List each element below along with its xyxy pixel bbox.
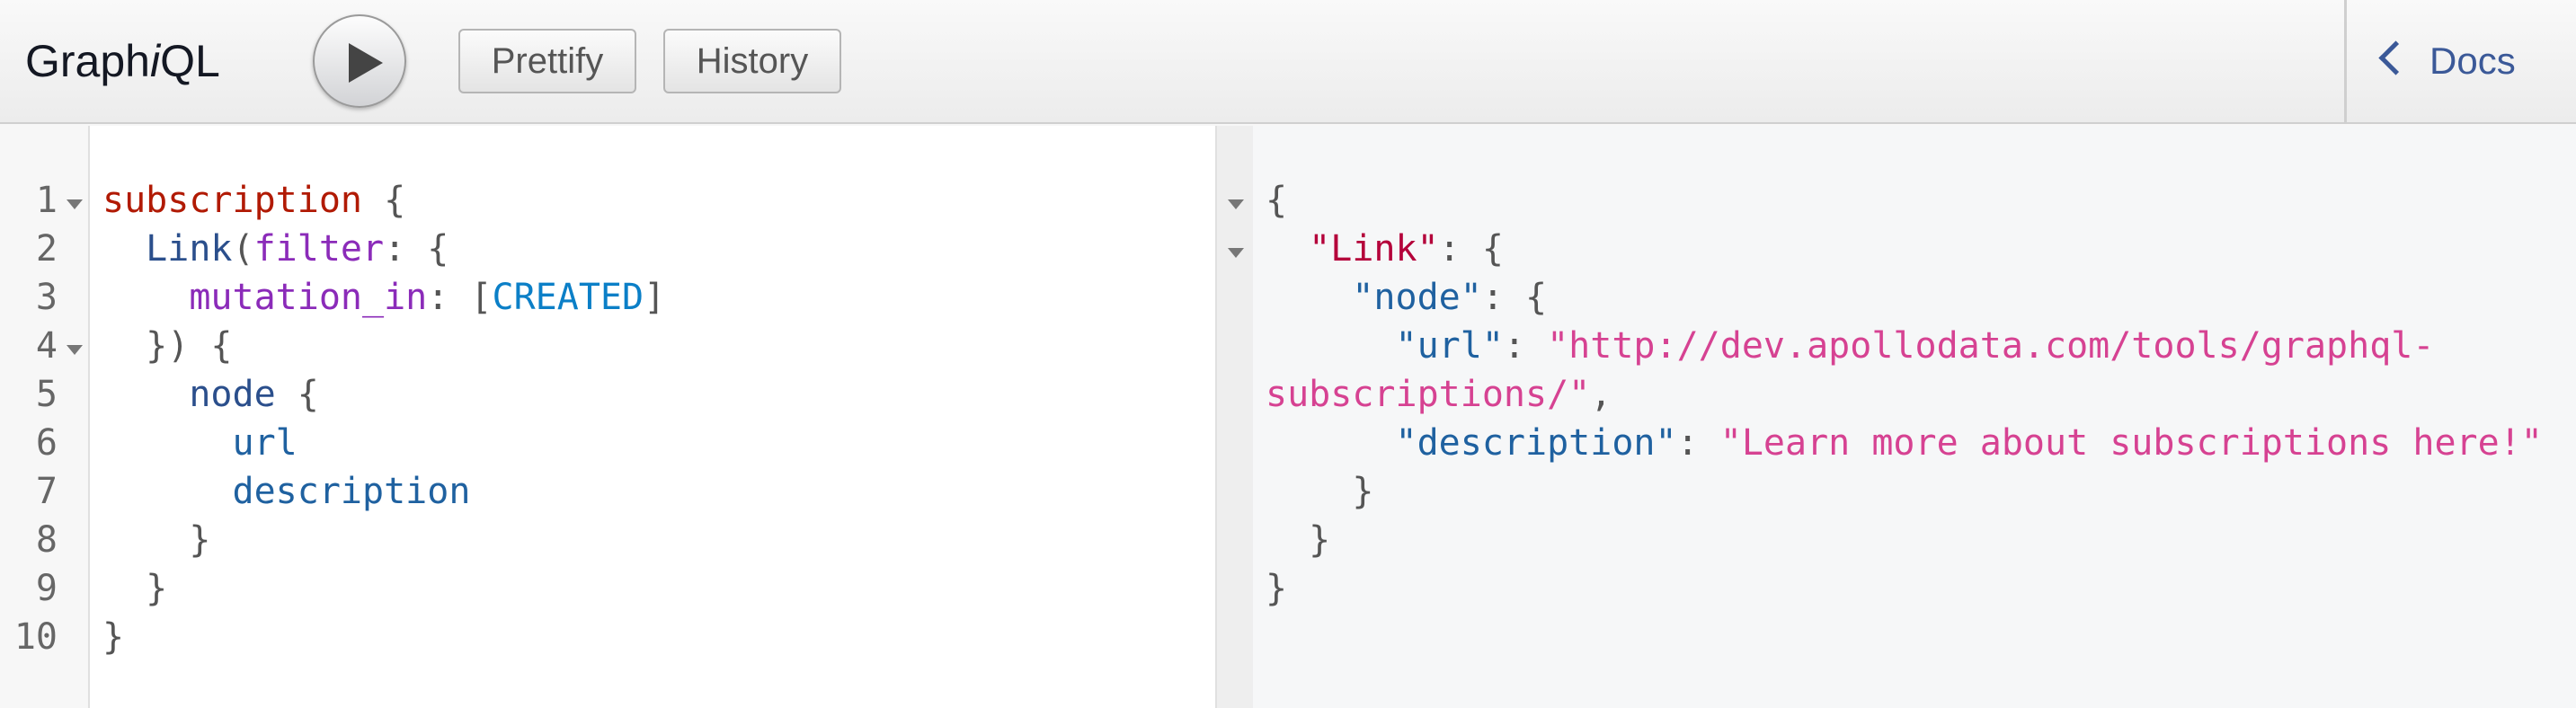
app-title-part: Graph: [25, 36, 150, 86]
code-token: "node": [1352, 277, 1482, 318]
code-token: }: [1266, 519, 1331, 561]
code-token: "url": [1395, 325, 1504, 367]
code-line: subscription {: [102, 180, 405, 221]
code-token: }: [1266, 568, 1288, 609]
line-number: 1: [35, 180, 58, 221]
docs-divider: [2344, 0, 2347, 124]
code-token: "Link": [1309, 228, 1439, 270]
code-token: node: [189, 374, 276, 415]
code-line: description: [102, 471, 471, 512]
code-token: filter: [253, 228, 385, 270]
code-token: subscriptions/": [1266, 374, 1591, 415]
code-line: }: [1266, 568, 1287, 609]
code-token: : {: [1481, 277, 1548, 318]
code-line: "description": "Learn more about subscri…: [1266, 422, 2543, 464]
code-token: description: [232, 471, 471, 512]
code-token: "Learn more about subscriptions here!": [1719, 422, 2543, 464]
code-token: "http://dev.apollodata.com/tools/graphql…: [1547, 325, 2435, 367]
play-icon: [349, 43, 383, 83]
line-number: 7: [35, 471, 58, 512]
code-line: url: [102, 422, 298, 464]
code-token: {: [1266, 180, 1288, 221]
history-button[interactable]: History: [663, 29, 841, 93]
docs-label: Docs: [2429, 40, 2516, 82]
line-number: 8: [35, 519, 58, 561]
code-token: (: [232, 228, 254, 270]
code-token: mutation_in: [189, 277, 428, 318]
code-line: }: [102, 616, 124, 658]
code-token: {: [275, 374, 319, 415]
toolbar: GraphiQL Prettify History Docs: [0, 0, 2576, 124]
code-token: :: [1676, 422, 1720, 464]
app-title-italic: i: [149, 36, 161, 86]
line-number: 3: [35, 277, 58, 318]
code-token: ,: [1590, 374, 1612, 415]
query-editor[interactable]: subscription { Link(filter: { mutation_i…: [90, 126, 1217, 708]
line-number: 5: [35, 374, 58, 415]
code-token: subscription: [102, 180, 362, 221]
app-title: GraphiQL: [25, 32, 220, 90]
code-token: {: [361, 180, 406, 221]
code-token: CREATED: [492, 277, 644, 318]
code-line: }: [102, 519, 210, 561]
code-line: node {: [102, 374, 319, 415]
code-token: }: [102, 519, 211, 561]
code-line: "node": {: [1266, 277, 1547, 318]
chevron-left-icon: [2378, 40, 2413, 75]
code-line: }: [1266, 519, 1330, 561]
result-gutter: [1217, 126, 1253, 708]
code-token: "description": [1395, 422, 1677, 464]
code-line: }: [102, 568, 167, 609]
code-token: }) {: [102, 325, 233, 367]
code-token: }: [1266, 471, 1374, 512]
code-line: }) {: [102, 325, 233, 367]
code-token: : [: [427, 277, 493, 318]
prettify-button[interactable]: Prettify: [458, 29, 636, 93]
code-line: mutation_in: [CREATED]: [102, 277, 665, 318]
code-token: Link: [146, 228, 233, 270]
code-line: subscriptions/",: [1266, 374, 1612, 415]
code-token: ]: [644, 277, 666, 318]
query-editor-gutter: 1 2 3 4 5 6 7 8 9 10: [0, 126, 90, 708]
line-number: 6: [35, 422, 58, 464]
code-line: "Link": {: [1266, 228, 1504, 270]
result-viewer: { "Link": { "node": { "url": "http://dev…: [1217, 126, 2576, 708]
code-line: }: [1266, 471, 1373, 512]
line-number: 10: [13, 616, 58, 658]
fold-arrow-icon[interactable]: [1228, 199, 1244, 209]
fold-arrow-icon[interactable]: [67, 199, 83, 209]
line-number: 2: [35, 228, 58, 270]
fold-arrow-icon[interactable]: [1228, 248, 1244, 258]
docs-button[interactable]: Docs: [2378, 32, 2516, 90]
execute-query-button[interactable]: [313, 14, 406, 108]
app-title-part: QL: [160, 36, 220, 86]
code-token: }: [102, 568, 168, 609]
graphiql-app: GraphiQL Prettify History Docs 1 2 3 4 5 6 7 8 9…: [0, 0, 2576, 708]
fold-arrow-icon[interactable]: [67, 345, 83, 355]
line-number: 4: [35, 325, 58, 367]
code-line: {: [1266, 180, 1287, 221]
code-token: :: [1503, 325, 1548, 367]
code-line: "url": "http://dev.apollodata.com/tools/…: [1266, 325, 2435, 367]
code-token: : {: [384, 228, 449, 270]
line-number: 9: [35, 568, 58, 609]
code-token: }: [102, 616, 125, 658]
code-token: : {: [1438, 228, 1504, 270]
code-token: url: [232, 422, 298, 464]
code-line: Link(filter: {: [102, 228, 449, 270]
